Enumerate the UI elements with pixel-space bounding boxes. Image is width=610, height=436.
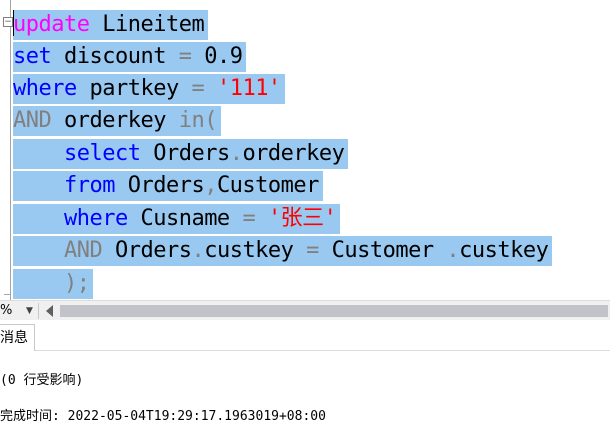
code-token: '张三' — [267, 206, 337, 231]
messages-pane: (0 行受影响) 完成时间: 2022-05-04T19:29:17.19630… — [0, 351, 610, 436]
code-token: AND — [13, 108, 52, 133]
code-token: Cusname — [127, 206, 243, 231]
code-token: = — [242, 206, 256, 231]
code-token: set — [13, 44, 52, 69]
code-token: in( — [178, 108, 218, 133]
scrollbar-thumb[interactable] — [60, 305, 608, 317]
code-line[interactable]: set discount = 0.9 — [13, 42, 247, 72]
horizontal-scrollbar[interactable]: % ▼ — [0, 300, 610, 321]
code-token: custkey — [459, 238, 549, 263]
code-token: Customer — [216, 173, 319, 198]
code-token: '111' — [216, 76, 281, 101]
results-tab-bar: 消息 — [0, 320, 610, 351]
tab-messages-label: 消息 — [0, 330, 28, 346]
completion-time-message: 完成时间: 2022-05-04T19:29:17.1963019+08:00 — [0, 409, 326, 424]
code-line[interactable]: where partkey = '111' — [13, 74, 285, 104]
fold-guide-line — [10, 0, 11, 300]
code-line[interactable]: AND Orders.custkey = Customer .custkey — [13, 236, 553, 266]
code-token: Orders — [140, 141, 230, 166]
code-token: orderkey — [242, 141, 345, 166]
code-token: Orders — [114, 173, 205, 198]
code-token: = — [306, 238, 319, 263]
code-token: . — [229, 141, 243, 166]
code-token: Lineitem — [89, 12, 205, 37]
zoom-selector[interactable]: % ▼ — [0, 301, 36, 321]
fold-end-tick — [4, 294, 10, 295]
code-line[interactable]: ); — [13, 269, 94, 299]
code-token: = — [178, 44, 192, 69]
text-caret — [13, 10, 14, 36]
code-token: = — [191, 76, 205, 101]
code-token: . — [191, 238, 205, 263]
code-line[interactable]: where Cusname = '张三' — [13, 204, 341, 234]
code-token: custkey — [204, 238, 307, 263]
code-token: where — [63, 206, 128, 231]
collapse-toggle-icon[interactable]: − — [3, 17, 13, 27]
code-token: partkey — [76, 76, 192, 101]
rows-affected-message: (0 行受影响) — [0, 373, 84, 388]
code-token: ); — [63, 271, 90, 296]
code-token: update — [13, 12, 90, 37]
code-token: AND — [63, 238, 103, 263]
tab-messages[interactable]: 消息 — [0, 324, 35, 351]
code-token: from — [63, 173, 115, 198]
code-token: orderkey — [51, 108, 179, 133]
code-line[interactable]: select Orders.orderkey — [13, 139, 349, 169]
code-token: . — [446, 238, 460, 263]
zoom-label: % — [0, 303, 13, 318]
code-token: Orders — [102, 238, 192, 263]
code-line[interactable]: from Orders,Customer — [13, 171, 323, 201]
code-token: discount — [51, 44, 179, 69]
code-token: Customer — [318, 238, 447, 263]
chevron-down-icon: ▼ — [26, 306, 33, 316]
code-token: where — [13, 76, 77, 101]
code-line[interactable]: AND orderkey in( — [13, 106, 221, 136]
code-token: 0.9 — [191, 44, 243, 69]
code-token: , — [204, 173, 217, 198]
scroll-left-arrow-icon[interactable] — [46, 305, 53, 317]
scrollbar-divider — [38, 303, 39, 319]
code-line[interactable]: update Lineitem — [13, 10, 209, 40]
code-token: select — [63, 141, 141, 166]
sql-editor[interactable]: − update Lineitem set discount = 0.9 where… — [0, 0, 610, 300]
